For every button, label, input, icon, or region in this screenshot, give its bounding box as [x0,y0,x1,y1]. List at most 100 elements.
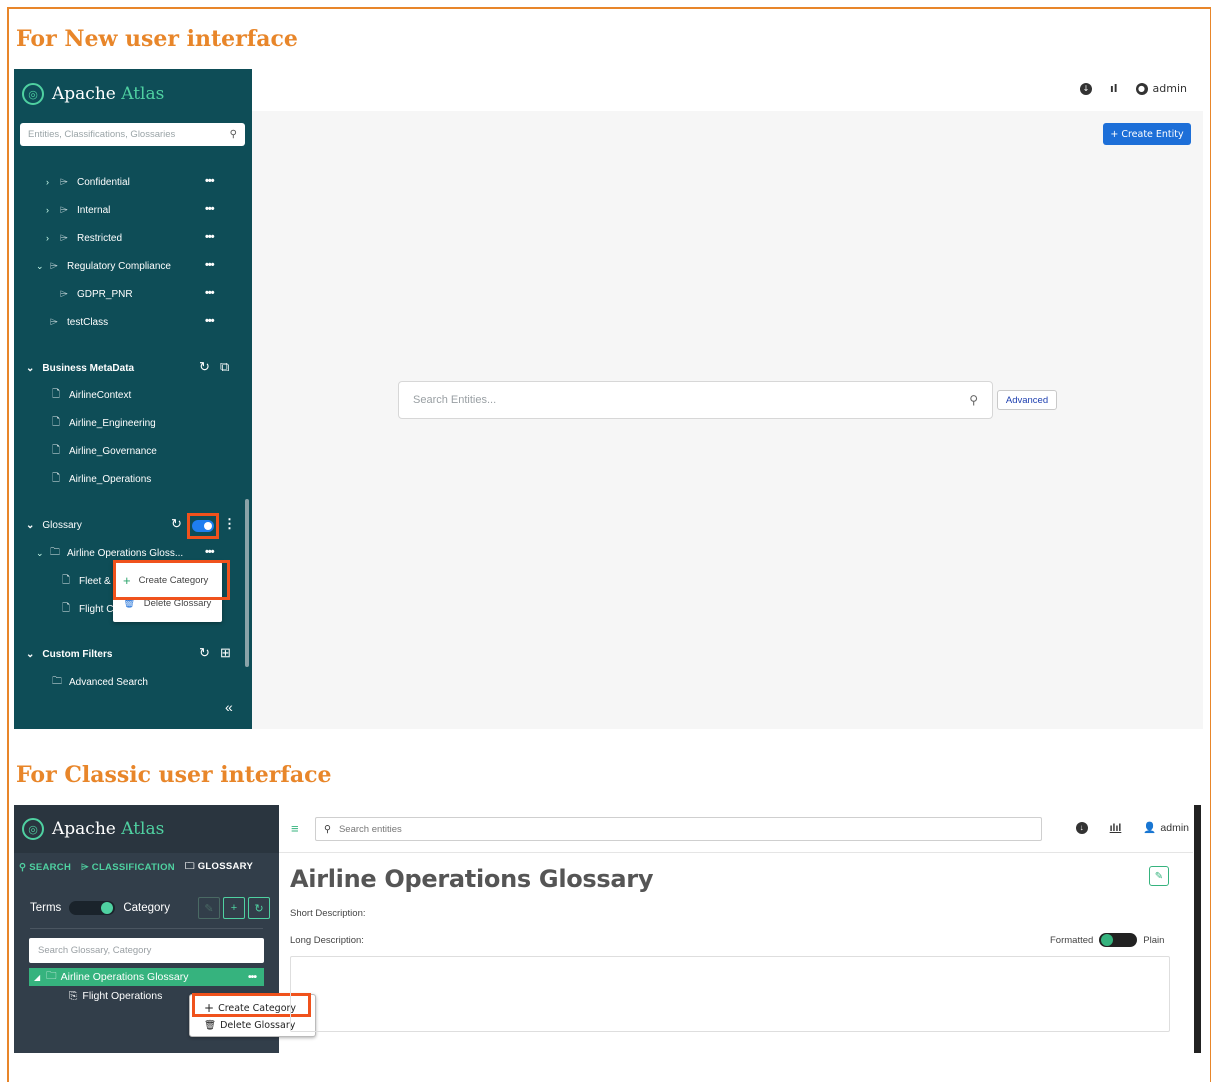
file-icon: 🗋 [52,416,61,428]
download-icon[interactable]: ↓ [1075,821,1088,834]
download-icon[interactable]: ↓ [1079,82,1092,95]
create-entity-button[interactable]: + Create Entity [1103,123,1191,145]
glossary-view-toggle[interactable] [192,520,214,532]
user-menu[interactable]: ● admin [1135,82,1187,95]
chevron-right-icon[interactable]: › [46,233,60,243]
glossary-search-input[interactable]: Search Glossary, Category [29,938,264,963]
brand[interactable]: ◎ Apache Atlas [14,805,279,853]
new-ui-heading: For New user interface [16,26,298,52]
terms-category-switch: Terms Category ✎ + ↻ [30,897,270,919]
more-options-icon[interactable]: ••• [205,315,215,327]
terms-category-toggle[interactable] [69,901,116,915]
file-icon: 🗋 [52,444,61,456]
create-category-highlight [113,560,230,600]
more-options-icon[interactable]: ••• [205,546,215,558]
caret-down-icon[interactable]: ◢ [34,973,40,982]
classification-item-confidential[interactable]: › ⌲ Confidential [46,171,130,193]
page-title: Airline Operations Glossary [290,865,654,893]
more-options-icon[interactable]: ••• [205,203,215,215]
file-icon: 🗋 [62,602,71,614]
link-icon[interactable]: ✎ [198,897,220,919]
kebab-menu-icon[interactable]: ⋮ [223,516,236,532]
user-icon: ● [1135,82,1148,95]
file-icon: 🗋 [52,388,61,400]
sidebar-tabs: ⚲ SEARCH ⌲ CLASSIFICATION 🗀 GLOSSARY [14,853,279,881]
more-options-icon[interactable]: ••• [205,259,215,271]
business-metadata-header[interactable]: ⌄ Business MetaData [26,357,134,379]
classification-item-restricted[interactable]: › ⌲ Restricted [46,227,122,249]
refresh-icon[interactable]: ↻ [199,359,210,375]
business-metadata-item[interactable]: 🗋 AirlineContext [52,384,131,406]
glossary-term-item[interactable]: 🗋 Flight C [62,598,113,620]
chevron-down-icon[interactable]: ⌄ [36,261,50,272]
stats-icon[interactable]: ıl [1110,82,1118,95]
glossary-header[interactable]: ⌄ Glossary [26,514,82,536]
classic-ui-screenshot: ◎ Apache Atlas ⚲ SEARCH ⌲ CLASSIFICATION… [14,805,1203,1055]
chevron-right-icon[interactable]: › [46,177,60,187]
glossary-term-item[interactable]: 🗋 Fleet & [62,570,111,592]
edit-icon[interactable]: ✎ [1149,866,1169,886]
business-metadata-item[interactable]: 🗋 Airline_Governance [52,440,157,462]
divider [30,928,263,929]
formatted-label: Formatted [1050,934,1094,946]
top-bar: ↓ ıl ● admin [252,69,1203,111]
sidebar-scrollbar[interactable] [245,499,249,667]
stats-icon[interactable]: ılıl [1110,822,1122,834]
user-menu[interactable]: 👤 admin [1143,821,1189,835]
format-toggle[interactable] [1099,933,1138,947]
chevron-down-icon: ⌄ [26,648,35,660]
classification-item-testclass[interactable]: ⌲ testClass [50,311,108,333]
custom-filter-item[interactable]: 🗀 Advanced Search [52,671,148,693]
window-edge [1194,805,1201,1053]
glossary-category-item[interactable]: ⎘ Flight Operations [69,987,162,1005]
search-icon: ⚲ [229,129,237,140]
refresh-icon[interactable]: ↻ [171,516,182,532]
classification-item-regulatory[interactable]: ⌄ ⌲ Regulatory Compliance [36,255,171,277]
chevron-down-icon: ⌄ [26,362,35,374]
short-description-label: Short Description: [290,908,366,919]
business-metadata-item[interactable]: 🗋 Airline_Operations [52,468,151,490]
entity-search-input[interactable]: ⚲ Search entities [315,817,1042,841]
more-options-icon[interactable]: ••• [248,971,257,983]
trash-icon: 🗑 [204,1020,217,1031]
terms-label: Terms [30,902,62,914]
tab-glossary[interactable]: 🗀 GLOSSARY [180,859,258,875]
search-icon[interactable]: ⚲ [969,393,978,407]
plain-label: Plain [1143,934,1165,946]
tag-icon: ⌲ [60,176,68,188]
tree-structure-icon[interactable]: ⊞ [220,645,231,661]
file-icon: 🗋 [52,472,61,484]
folder-icon: 🗀 [50,546,60,558]
glossary-item-selected[interactable]: ◢ 🗀 Airline Operations Glossary ••• [29,968,264,986]
chevron-right-icon[interactable]: › [46,205,60,215]
new-sidebar: ◎ Apache Atlas Entities, Classifications… [14,69,252,729]
chevron-down-icon[interactable]: ⌄ [36,548,50,559]
tab-classification[interactable]: ⌲ CLASSIFICATION [76,862,180,873]
sidebar-search-input[interactable]: Entities, Classifications, Glossaries ⚲ [20,123,245,146]
user-icon: 👤 [1143,822,1157,834]
atlas-logo-icon: ◎ [22,818,44,840]
more-options-icon[interactable]: ••• [205,287,215,299]
delete-glossary-menu-item[interactable]: 🗑 Delete Glossary [204,1020,295,1031]
refresh-icon[interactable]: ↻ [248,897,270,919]
business-metadata-item[interactable]: 🗋 Airline_Engineering [52,412,156,434]
entity-search-input[interactable]: Search Entities... ⚲ [398,381,993,419]
custom-filters-header[interactable]: ⌄ Custom Filters [26,643,112,665]
new-ui-screenshot: ◎ Apache Atlas Entities, Classifications… [14,69,1203,729]
advanced-search-button[interactable]: Advanced [997,390,1057,410]
brand[interactable]: ◎ Apache Atlas [22,79,164,109]
classification-item-gdpr[interactable]: ⌲ GDPR_PNR [60,283,133,305]
more-options-icon[interactable]: ••• [205,175,215,187]
more-options-icon[interactable]: ••• [205,231,215,243]
classification-item-internal[interactable]: › ⌲ Internal [46,199,110,221]
refresh-icon[interactable]: ↻ [199,645,210,661]
tab-search[interactable]: ⚲ SEARCH [14,862,76,873]
add-icon[interactable]: + [223,897,245,919]
glossary-view-toggle-highlight[interactable] [187,513,219,539]
hamburger-menu-icon[interactable]: ≡ [291,821,299,836]
collapse-sidebar-icon[interactable]: « [225,699,233,715]
long-description-box[interactable] [290,956,1170,1032]
open-external-icon[interactable]: ⧉ [220,359,229,375]
sidebar-search-placeholder: Entities, Classifications, Glossaries [28,129,176,140]
folder-icon: 🗀 [52,675,62,687]
